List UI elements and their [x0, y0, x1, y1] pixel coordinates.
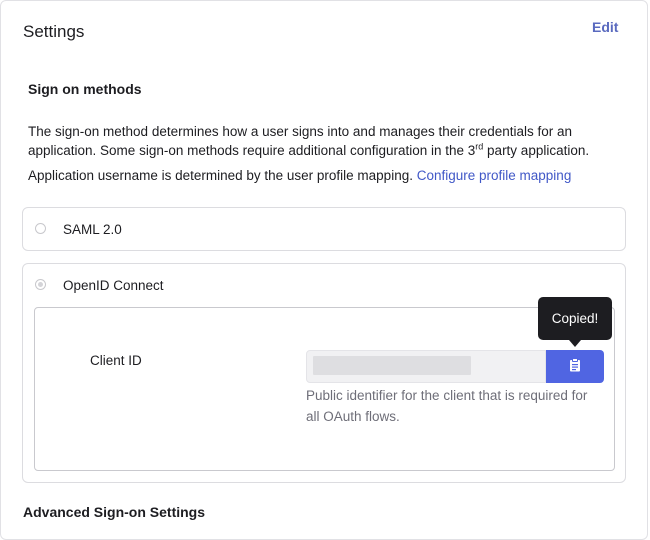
openid-connect-label: OpenID Connect — [63, 278, 164, 293]
edit-link[interactable]: Edit — [592, 19, 618, 35]
saml-radio[interactable] — [35, 223, 46, 234]
tooltip-arrow — [569, 340, 581, 347]
copy-client-id-button[interactable] — [546, 350, 604, 383]
copied-tooltip: Copied! — [538, 297, 612, 340]
settings-card: Settings Edit Sign on methods The sign-o… — [0, 0, 648, 540]
sign-on-methods-heading: Sign on methods — [28, 81, 142, 97]
saml-label: SAML 2.0 — [63, 222, 122, 237]
client-credentials-panel: Client ID Public identifier for the clie… — [34, 307, 615, 471]
page-title: Settings — [23, 22, 85, 41]
username-mapping-line: Application username is determined by th… — [28, 168, 571, 183]
sign-on-description: The sign-on method determines how a user… — [28, 122, 618, 160]
client-id-value — [313, 356, 471, 375]
client-id-field[interactable] — [306, 350, 546, 383]
advanced-sign-on-settings-heading: Advanced Sign-on Settings — [23, 504, 206, 520]
clipboard-icon — [569, 358, 581, 375]
configure-profile-mapping-link[interactable]: Configure profile mapping — [417, 168, 572, 183]
saml-option[interactable]: SAML 2.0 — [22, 207, 626, 251]
username-mapping-text: Application username is determined by th… — [28, 168, 413, 183]
openid-connect-option[interactable]: OpenID Connect Client ID Public identifi — [22, 263, 626, 483]
openid-connect-radio[interactable] — [35, 279, 46, 290]
client-id-help-text: Public identifier for the client that is… — [306, 388, 588, 424]
description-text-end: party application. — [483, 143, 590, 158]
client-id-label: Client ID — [90, 353, 142, 368]
